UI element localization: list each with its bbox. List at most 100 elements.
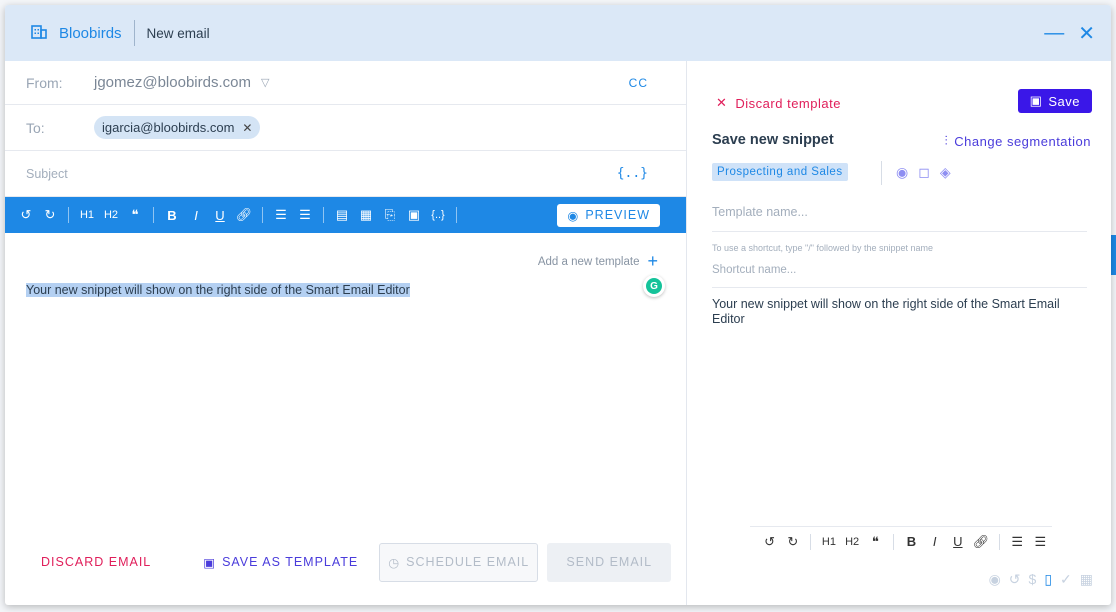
chevron-down-icon[interactable]: ▽ [261,76,269,89]
shortcut-name-input[interactable]: Shortcut name... [712,264,796,276]
email-body-editor[interactable]: Add a new template + G Your new snippet … [5,233,686,533]
toolbar-divider [153,207,154,223]
link-icon[interactable]: 🔗︎ [232,207,256,223]
toolbar-divider [456,207,457,223]
eye-icon[interactable]: ◉ [896,164,908,181]
subject-input[interactable]: Subject [26,167,68,181]
cc-button[interactable]: CC [629,76,648,90]
quote-icon[interactable]: ❝ [864,534,887,550]
brand-name: Bloobirds [59,24,122,42]
schedule-email-button[interactable]: ◷ SCHEDULE EMAIL [379,542,539,582]
save-snippet-button[interactable]: ▣ Save [1017,89,1092,113]
undo-icon[interactable]: ↺ [758,534,781,550]
variables-toolbar-icon[interactable]: {..} [426,209,450,221]
attachment-icon[interactable]: ⎘ [378,207,402,223]
snippet-toolbar: ↺ ↻ H1 H2 ❝ B I U 🔗︎ ☰ ☰ [750,526,1052,556]
bookmark-icon[interactable]: ◻ [918,164,930,181]
undo-icon[interactable]: ↺ [14,207,38,223]
minimize-icon[interactable]: — [1044,22,1064,45]
italic-button[interactable]: I [923,534,946,549]
save-as-template-button[interactable]: ▣ SAVE AS TEMPLATE [203,555,358,570]
h2-button[interactable]: H2 [841,536,864,548]
variables-icon[interactable]: {..} [617,166,648,181]
discard-email-button[interactable]: DISCARD EMAIL [41,555,151,569]
shortcut-hint: To use a shortcut, type "/" followed by … [712,243,934,253]
subject-row[interactable]: Subject {..} [5,151,686,197]
calendar-icon[interactable]: ▦ [354,207,378,223]
email-modal: Bloobirds New email — ✕ From: jgomez@blo… [5,5,1111,605]
discard-template-button[interactable]: ✕ Discard template [716,95,841,111]
dollar-icon[interactable]: $ [1029,571,1037,588]
h2-button[interactable]: H2 [99,209,123,221]
save-label: Save [1048,93,1080,109]
template-icon[interactable]: ▤ [330,207,354,223]
toolbar-divider [810,533,812,550]
bullet-list-icon[interactable]: ☰ [1006,534,1029,550]
image-icon[interactable]: ▣ [402,207,426,223]
history-icon[interactable]: ↺ [1009,571,1021,588]
underline-button[interactable]: U [946,534,969,549]
from-row: From: jgomez@bloobirds.com ▽ CC [5,61,686,105]
from-label: From: [26,74,63,91]
grammarly-icon[interactable]: G [643,275,665,297]
toolbar-divider [323,207,324,223]
bullet-list-icon[interactable]: ☰ [269,207,293,223]
from-select[interactable]: jgomez@bloobirds.com [94,74,251,91]
clock-icon: ◷ [388,555,401,570]
brand: Bloobirds [31,24,122,43]
preview-button[interactable]: ◉ PREVIEW [557,203,660,227]
calendar-icon[interactable]: ▦ [1080,571,1093,588]
numbered-list-icon[interactable]: ☰ [1029,534,1052,550]
recipient-email: igarcia@bloobirds.com [102,120,235,135]
save-as-template-label: SAVE AS TEMPLATE [222,555,359,569]
h1-button[interactable]: H1 [75,209,99,221]
selected-body-text[interactable]: Your new snippet will show on the right … [26,283,410,297]
toolbar-divider [892,533,894,550]
building-icon [31,24,47,43]
numbered-list-icon[interactable]: ☰ [293,207,317,223]
to-row: To: igarcia@bloobirds.com ✕ [5,105,686,151]
divider [712,287,1087,288]
add-template-link[interactable]: Add a new template + [538,251,658,272]
snippet-bottom-icons: ◉ ↺ $ ▯ ✓ ▦ [989,571,1093,588]
bold-button[interactable]: B [160,208,184,223]
preview-label: PREVIEW [585,208,650,222]
modal-header: Bloobirds New email — ✕ [5,5,1111,61]
eye-icon: ◉ [567,208,580,223]
header-actions: — ✕ [1044,21,1095,46]
toolbar-divider [262,207,263,223]
tag-divider [881,161,882,185]
sliders-icon: ⫶ [944,133,949,148]
segment-tag: Prospecting and Sales [712,163,848,181]
modal-title: New email [146,25,210,41]
redo-icon[interactable]: ↻ [781,534,804,550]
snippet-visibility-icons: ◉ ◻ ◈ [896,164,951,181]
cards-icon[interactable]: ◈ [940,164,951,181]
send-email-button[interactable]: SEND EMAIL [547,542,672,582]
remove-recipient-icon[interactable]: ✕ [242,121,252,135]
change-segmentation-button[interactable]: ⫶ Change segmentation [945,133,1091,149]
close-icon: ✕ [716,95,728,110]
italic-button[interactable]: I [184,208,208,223]
eye-icon[interactable]: ◉ [989,571,1001,588]
change-segmentation-label: Change segmentation [954,133,1091,149]
save-icon: ▣ [203,555,217,570]
compose-footer: DISCARD EMAIL ▣ SAVE AS TEMPLATE ◷ SCHED… [5,519,687,605]
snippet-title: Save new snippet [712,132,834,148]
redo-icon[interactable]: ↻ [38,207,62,223]
to-label: To: [26,119,45,136]
bold-button[interactable]: B [900,534,923,549]
plus-icon[interactable]: + [647,251,658,272]
underline-button[interactable]: U [208,208,232,223]
double-check-icon[interactable]: ✓ [1060,571,1072,588]
h1-button[interactable]: H1 [817,536,840,548]
recipient-chip[interactable]: igarcia@bloobirds.com ✕ [94,116,261,139]
snippet-body[interactable]: Your new snippet will show on the right … [712,297,1092,327]
link-icon[interactable]: 🔗︎ [969,534,992,550]
schedule-label: SCHEDULE EMAIL [406,555,530,569]
template-name-input[interactable]: Template name... [712,205,808,219]
quote-icon[interactable]: ❝ [123,207,147,223]
document-icon[interactable]: ▯ [1044,571,1052,588]
close-icon[interactable]: ✕ [1078,21,1095,46]
compose-panel: From: jgomez@bloobirds.com ▽ CC To: igar… [5,61,687,605]
